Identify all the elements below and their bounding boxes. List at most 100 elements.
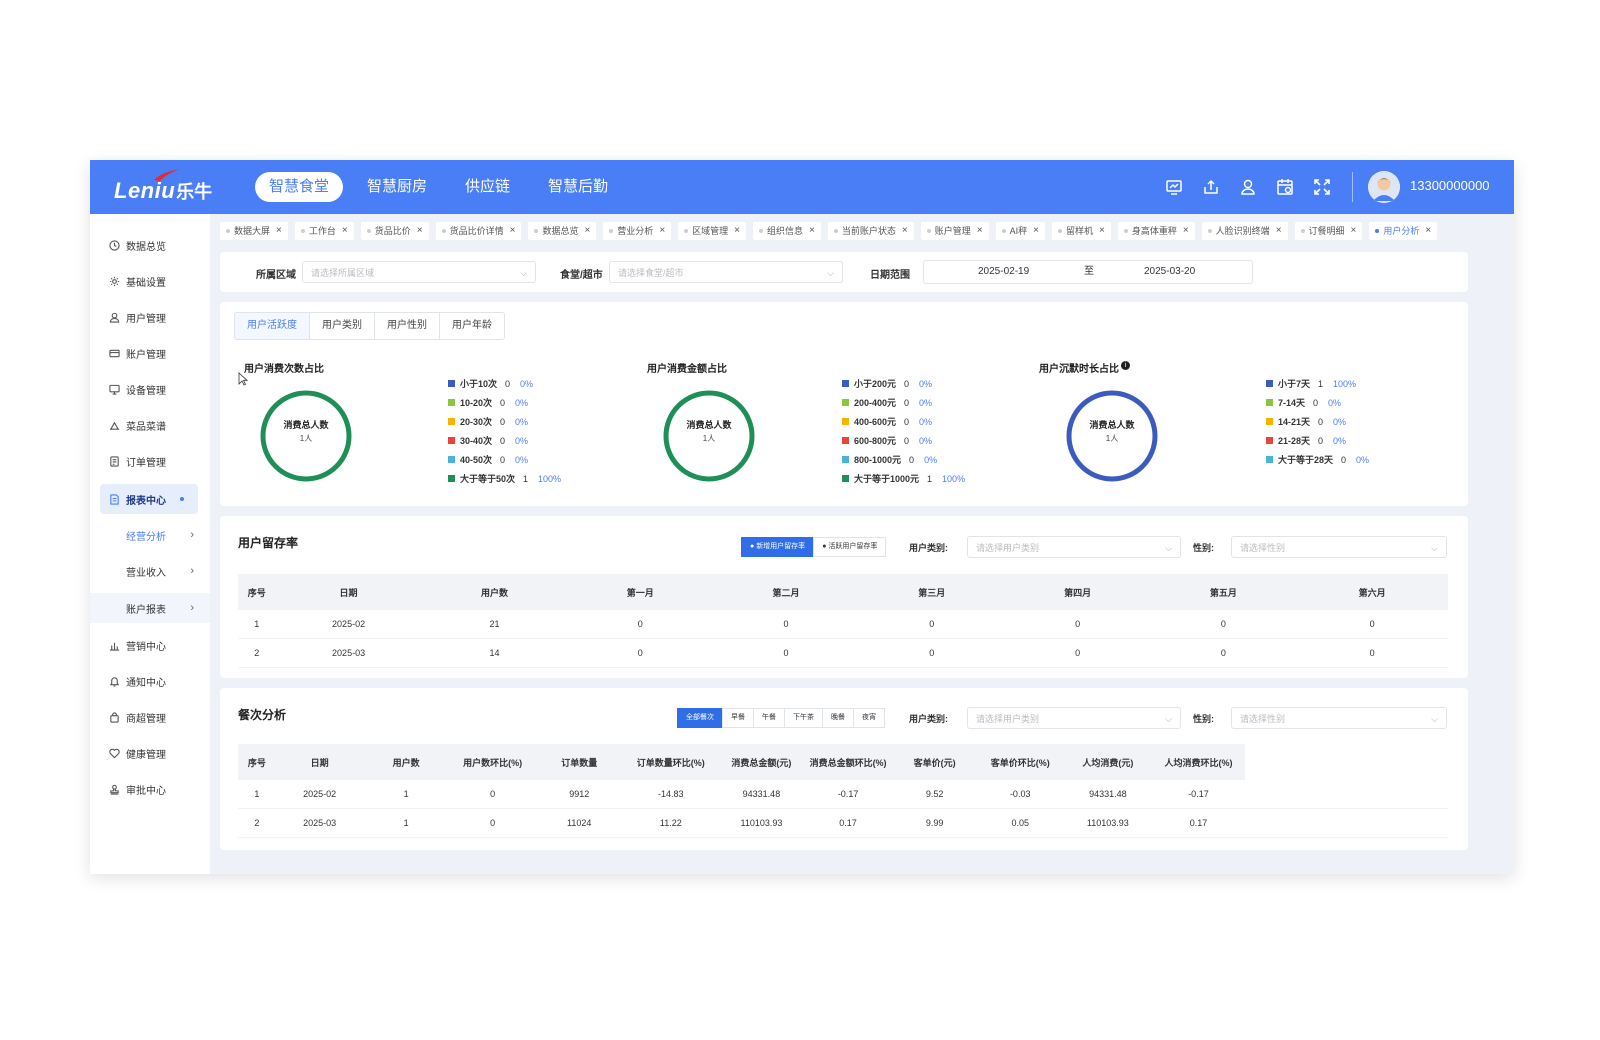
gender-select[interactable]: 请选择性别 ⌵ xyxy=(1231,536,1447,558)
meal-filter-button[interactable]: 下午茶 xyxy=(784,708,823,728)
legend-item[interactable]: 40-50次 0 0% xyxy=(448,450,561,469)
tab-item[interactable]: 货品比价 × xyxy=(360,222,429,240)
legend-item[interactable]: 21-28天 0 0% xyxy=(1266,431,1369,450)
meal-filter-button[interactable]: 全部餐次 xyxy=(677,708,723,728)
legend-item[interactable]: 大于等于1000元 1 100% xyxy=(842,469,965,488)
close-icon[interactable]: × xyxy=(1183,222,1189,240)
legend-item[interactable]: 800-1000元 0 0% xyxy=(842,450,965,469)
close-icon[interactable]: × xyxy=(902,222,908,240)
tab-item[interactable]: 货品比价详情 × xyxy=(435,222,522,240)
close-icon[interactable]: × xyxy=(276,222,282,240)
sidebar-item-report-center[interactable]: 报表中心 xyxy=(100,484,198,514)
close-icon[interactable]: × xyxy=(1351,222,1357,240)
new-user-retention-button[interactable]: ● 新增用户留存率 xyxy=(741,537,815,557)
sidebar-item-data-overview[interactable]: 数据总览 xyxy=(90,230,210,260)
sidebar-item-basic-settings[interactable]: 基础设置 xyxy=(90,266,210,296)
close-icon[interactable]: × xyxy=(809,222,815,240)
canteen-select[interactable]: 请选择食堂/超市 ⌵ xyxy=(609,261,843,283)
tab-item[interactable]: 账户管理 × xyxy=(920,222,989,240)
nav-item-supply-chain[interactable]: 供应链 xyxy=(451,172,524,202)
meal-filter-button[interactable]: 晚餐 xyxy=(822,708,854,728)
close-icon[interactable]: × xyxy=(977,222,983,240)
table-cell: 0 xyxy=(1296,638,1448,668)
area-select[interactable]: 请选择所属区域 ⌵ xyxy=(302,261,536,283)
nav-item-smart-kitchen[interactable]: 智慧厨房 xyxy=(353,172,441,202)
nav-item-smart-logistics[interactable]: 智慧后勤 xyxy=(534,172,622,202)
legend-item[interactable]: 10-20次 0 0% xyxy=(448,393,561,412)
info-icon[interactable]: i xyxy=(1121,361,1130,370)
legend-count: 0 xyxy=(1318,416,1324,427)
meal-filter-button[interactable]: 午餐 xyxy=(753,708,785,728)
legend-item[interactable]: 20-30次 0 0% xyxy=(448,412,561,431)
close-icon[interactable]: × xyxy=(1099,222,1105,240)
date-end[interactable]: 2025-03-20 xyxy=(1144,261,1195,283)
tab-item[interactable]: 当前账户状态 × xyxy=(827,222,914,240)
sidebar-item-notifications[interactable]: 通知中心 xyxy=(90,666,210,696)
legend-item[interactable]: 30-40次 0 0% xyxy=(448,431,561,450)
nav-item-smart-canteen[interactable]: 智慧食堂 xyxy=(255,172,344,202)
legend-item[interactable]: 小于10次 0 0% xyxy=(448,374,561,393)
user-type-select[interactable]: 请选择用户类别 ⌵ xyxy=(967,536,1181,558)
close-icon[interactable]: × xyxy=(417,222,423,240)
close-icon[interactable]: × xyxy=(584,222,590,240)
sidebar-item-account-management[interactable]: 账户管理 xyxy=(90,338,210,368)
close-icon[interactable]: × xyxy=(510,222,516,240)
sidebar-item-supermarket[interactable]: 商超管理 xyxy=(90,702,210,732)
subtab-user-activity[interactable]: 用户活跃度 xyxy=(235,313,310,339)
tab-item[interactable]: 工作台 × xyxy=(294,222,354,240)
tab-item[interactable]: 人脸识别终端 × xyxy=(1201,222,1288,240)
tab-item[interactable]: 用户分析 × xyxy=(1369,222,1438,240)
subtab-user-type[interactable]: 用户类别 xyxy=(310,313,375,339)
legend-item[interactable]: 7-14天 0 0% xyxy=(1266,393,1369,412)
date-range-picker[interactable]: 2025-02-19 至 2025-03-20 xyxy=(923,260,1253,284)
tab-item[interactable]: 留样机 × xyxy=(1051,222,1111,240)
tab-item[interactable]: 数据总览 × xyxy=(528,222,597,240)
close-icon[interactable]: × xyxy=(1033,222,1039,240)
close-icon[interactable]: × xyxy=(659,222,665,240)
legend-item[interactable]: 400-600元 0 0% xyxy=(842,412,965,431)
monitor-icon[interactable] xyxy=(1162,175,1186,199)
meal-filter-button[interactable]: 早餐 xyxy=(722,708,754,728)
sidebar-item-health[interactable]: 健康管理 xyxy=(90,738,210,768)
sidebar-subitem-account-report[interactable]: 账户报表 › xyxy=(90,593,210,623)
legend-item[interactable]: 600-800元 0 0% xyxy=(842,431,965,450)
sidebar-item-approval[interactable]: 审批中心 xyxy=(90,774,210,804)
close-icon[interactable]: × xyxy=(342,222,348,240)
legend-item[interactable]: 小于7天 1 100% xyxy=(1266,374,1369,393)
tab-item[interactable]: 组织信息 × xyxy=(753,222,821,240)
close-icon[interactable]: × xyxy=(1425,222,1431,240)
tab-item[interactable]: 营业分析 × xyxy=(603,222,672,240)
sidebar-item-device-management[interactable]: 设备管理 xyxy=(90,374,210,404)
legend-item[interactable]: 200-400元 0 0% xyxy=(842,393,965,412)
close-icon[interactable]: × xyxy=(1276,222,1282,240)
avatar[interactable] xyxy=(1368,171,1400,203)
legend-item[interactable]: 14-21天 0 0% xyxy=(1266,412,1369,431)
sidebar-item-user-management[interactable]: 用户管理 xyxy=(90,302,210,332)
sidebar-item-marketing[interactable]: 营销中心 xyxy=(90,630,210,660)
sidebar-item-order-management[interactable]: 订单管理 xyxy=(90,446,210,476)
sidebar-subitem-revenue[interactable]: 营业收入 › xyxy=(90,556,210,586)
gender-select[interactable]: 请选择性别 ⌵ xyxy=(1231,707,1447,729)
date-start[interactable]: 2025-02-19 xyxy=(978,261,1029,283)
tab-item[interactable]: AI秤 × xyxy=(995,222,1045,240)
subtab-user-age[interactable]: 用户年龄 xyxy=(440,313,504,339)
meal-filter-button[interactable]: 夜宵 xyxy=(853,708,885,728)
active-user-retention-button[interactable]: ● 活跃用户留存率 xyxy=(813,537,887,557)
tab-item[interactable]: 区域管理 × xyxy=(678,222,747,240)
fullscreen-icon[interactable] xyxy=(1310,175,1334,199)
user-type-select[interactable]: 请选择用户类别 ⌵ xyxy=(967,707,1181,729)
legend-item[interactable]: 大于等于28天 0 0% xyxy=(1266,450,1369,469)
username[interactable]: 13300000000 xyxy=(1410,178,1490,193)
subtab-user-gender[interactable]: 用户性别 xyxy=(375,313,440,339)
user-icon[interactable] xyxy=(1236,175,1260,199)
tab-item[interactable]: 身高体重秤 × xyxy=(1117,222,1195,240)
tab-item[interactable]: 数据大屏 × xyxy=(220,222,288,240)
close-icon[interactable]: × xyxy=(734,222,740,240)
legend-item[interactable]: 大于等于50次 1 100% xyxy=(448,469,561,488)
sidebar-item-dishes[interactable]: 菜品菜谱 xyxy=(90,410,210,440)
sidebar-subitem-business-analysis[interactable]: 经营分析 › xyxy=(90,520,210,550)
calendar-icon[interactable] xyxy=(1273,175,1297,199)
tab-item[interactable]: 订餐明细 × xyxy=(1294,222,1363,240)
upload-icon[interactable] xyxy=(1199,175,1223,199)
legend-item[interactable]: 小于200元 0 0% xyxy=(842,374,965,393)
